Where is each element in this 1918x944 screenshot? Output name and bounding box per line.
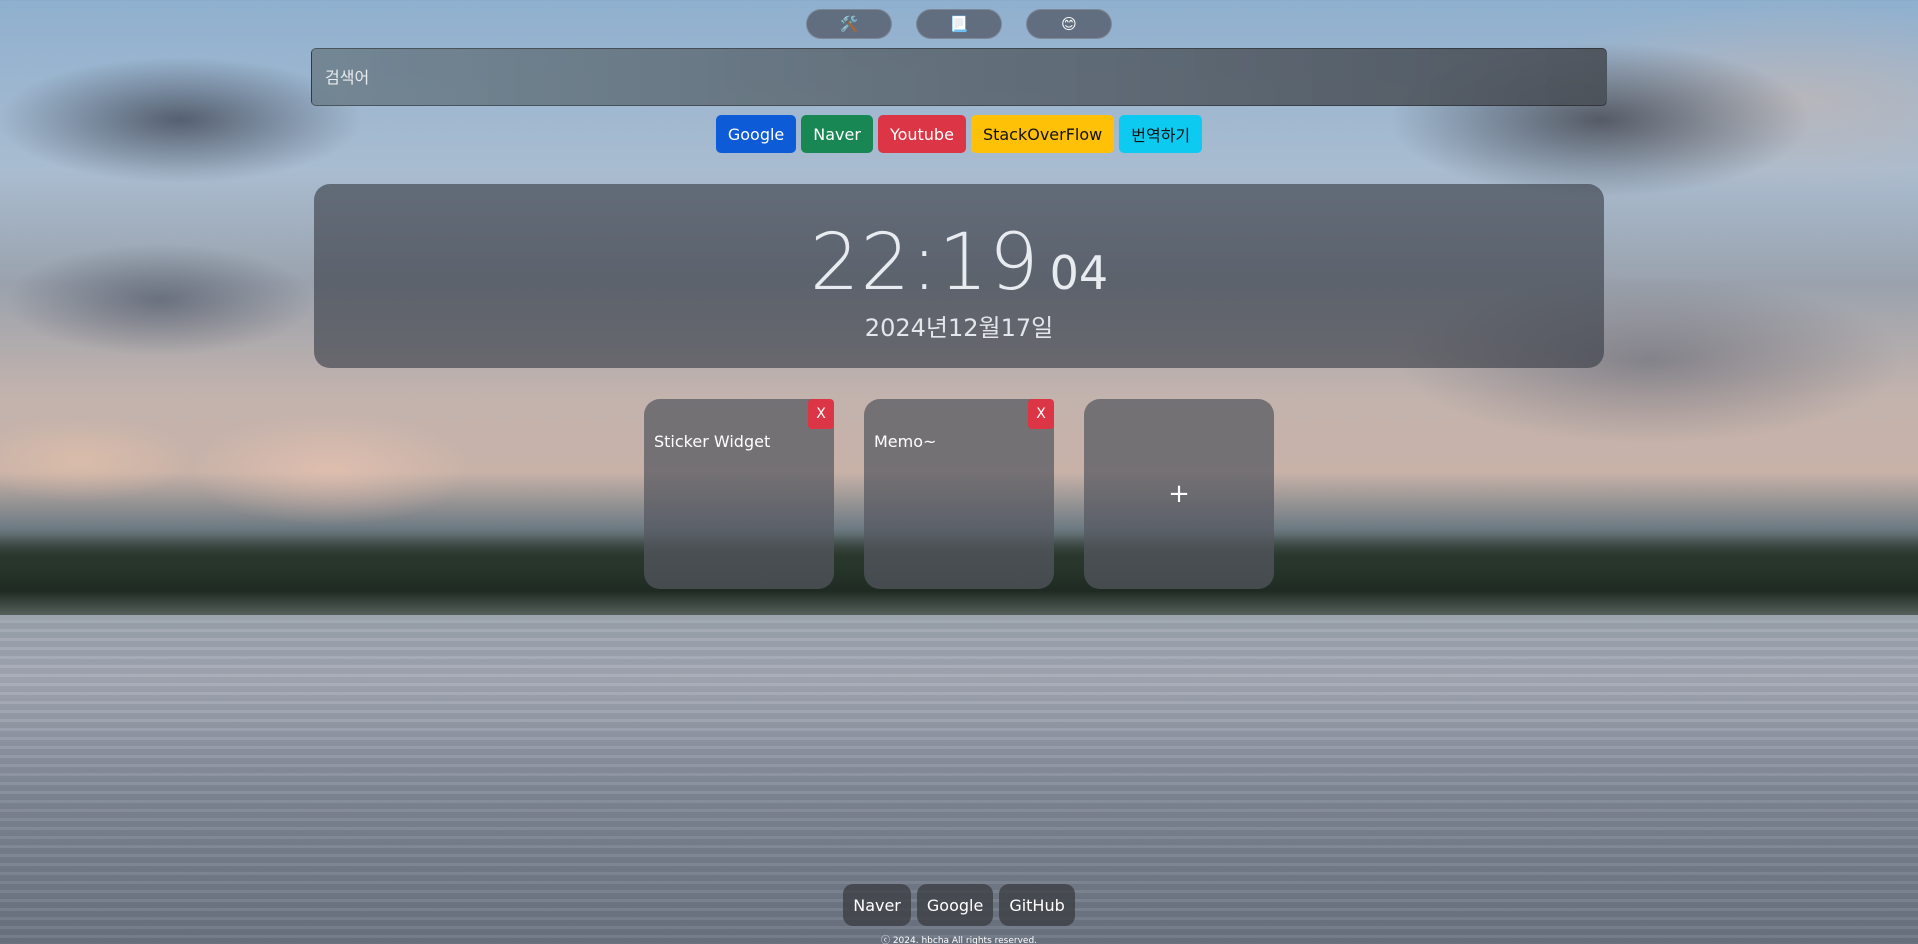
widget-close-button[interactable]: X bbox=[808, 399, 834, 429]
memo-icon: 📃 bbox=[949, 15, 969, 33]
translate-button[interactable]: 번역하기 bbox=[1119, 115, 1203, 153]
clock-date: 2024년12월17일 bbox=[864, 314, 1054, 342]
tools-icon: 🛠️ bbox=[839, 15, 859, 33]
clock-hours-minutes: 22:19 bbox=[809, 218, 1040, 308]
smile-icon: 😊 bbox=[1061, 15, 1077, 33]
clock-seconds: 04 bbox=[1049, 246, 1109, 300]
smile-button[interactable]: 😊 bbox=[1026, 9, 1112, 39]
search-engine-buttons: Google Naver Youtube StackOverFlow 번역하기 bbox=[0, 115, 1918, 153]
add-widget-button[interactable]: + bbox=[1084, 399, 1274, 589]
stackoverflow-search-button[interactable]: StackOverFlow bbox=[970, 115, 1115, 153]
google-search-button[interactable]: Google bbox=[715, 115, 797, 153]
footer-link-naver[interactable]: Naver bbox=[843, 884, 911, 926]
footer-links: Naver Google GitHub bbox=[0, 884, 1918, 926]
widget-close-button[interactable]: X bbox=[1028, 399, 1054, 429]
memo-button[interactable]: 📃 bbox=[916, 9, 1002, 39]
memo-widget[interactable]: Memo~ X bbox=[864, 399, 1054, 589]
plus-icon: + bbox=[1168, 479, 1190, 509]
clock-panel: 22:19 04 2024년12월17일 bbox=[314, 184, 1604, 368]
footer-link-google[interactable]: Google bbox=[916, 884, 994, 926]
clock-time: 22:19 04 bbox=[314, 218, 1604, 308]
search-box bbox=[311, 48, 1607, 106]
youtube-search-button[interactable]: Youtube bbox=[877, 115, 966, 153]
widget-title: Memo~ bbox=[874, 432, 937, 451]
naver-search-button[interactable]: Naver bbox=[801, 115, 873, 153]
widget-title: Sticker Widget bbox=[654, 432, 771, 451]
copyright-text: ⓒ 2024. hbcha All rights reserved. bbox=[880, 936, 1038, 944]
quick-bar: 🛠️ 📃 😊 bbox=[0, 9, 1918, 39]
sticker-widget[interactable]: Sticker Widget X bbox=[644, 399, 834, 589]
footer-link-github[interactable]: GitHub bbox=[999, 884, 1075, 926]
tools-button[interactable]: 🛠️ bbox=[806, 9, 892, 39]
search-input[interactable] bbox=[312, 49, 1606, 105]
